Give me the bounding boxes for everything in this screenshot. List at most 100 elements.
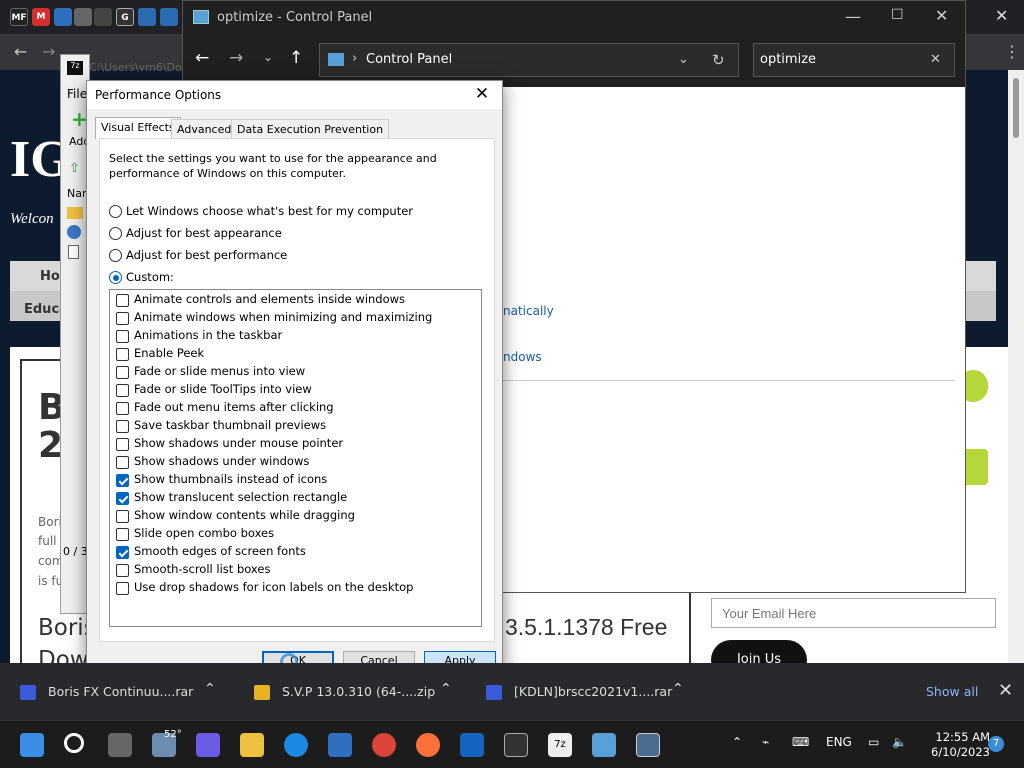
7zip-taskbar-icon[interactable]: 7z (548, 733, 572, 757)
tab-favicon-download[interactable] (94, 8, 112, 26)
checkbox[interactable] (116, 420, 129, 433)
forward-arrow-icon[interactable]: → (42, 42, 55, 61)
file-icon[interactable] (68, 245, 79, 259)
checkbox[interactable] (116, 510, 129, 523)
effects-checklist[interactable]: Animate controls and elements inside win… (109, 289, 482, 627)
maximize-icon[interactable]: ☐ (891, 7, 904, 23)
close-icon[interactable]: ✕ (935, 6, 948, 25)
checkbox[interactable] (116, 330, 129, 343)
back-arrow-icon[interactable]: ← (14, 42, 27, 61)
media-player-icon[interactable] (504, 733, 528, 757)
checkbox[interactable] (116, 402, 129, 415)
tab-favicon-chrome[interactable] (74, 8, 92, 26)
7zip-name-column[interactable]: Nar (67, 187, 87, 200)
tab-dep[interactable]: Data Execution Prevention (231, 119, 390, 139)
tab-visual-effects[interactable]: Visual Effects (95, 117, 181, 139)
checkbox[interactable] (116, 294, 129, 307)
radio-dot[interactable] (109, 227, 122, 240)
nav-home[interactable]: Ho (40, 269, 60, 284)
globe-icon[interactable] (67, 225, 81, 239)
email-input[interactable] (711, 598, 996, 628)
checkbox[interactable] (116, 456, 129, 469)
tab-favicon-b2[interactable] (160, 8, 178, 26)
radio-label: Let Windows choose what's best for my co… (126, 204, 414, 218)
search-icon[interactable] (64, 733, 84, 753)
forward-arrow-icon[interactable]: → (229, 48, 243, 68)
effect-label: Fade or slide ToolTips into view (134, 382, 312, 396)
add-plus-icon[interactable]: + (71, 109, 88, 129)
search-input[interactable]: optimize (760, 52, 816, 67)
control-panel-taskbar-icon[interactable] (592, 733, 616, 757)
checkbox[interactable] (116, 582, 129, 595)
tray-chevron-up-icon[interactable]: ⌃ (732, 735, 742, 749)
teams-chat-icon[interactable] (196, 733, 220, 757)
recent-locations-chevron-icon[interactable]: ⌄ (263, 50, 273, 64)
download-item-3[interactable]: [KDLN]brscc2021v1....rar ⌃ (466, 663, 700, 720)
close-downloads-icon[interactable]: ✕ (998, 680, 1013, 701)
clock[interactable]: 12:55 AM 6/10/2023 (918, 730, 990, 760)
language-indicator[interactable]: ENG (826, 735, 852, 749)
file-explorer-icon[interactable] (240, 733, 264, 757)
tab-favicon-telegram[interactable] (54, 8, 72, 26)
article-text: full (38, 534, 57, 548)
download-item-1[interactable]: Boris FX Continuu....rar ⌃ (0, 663, 234, 720)
checkbox[interactable] (116, 492, 129, 505)
start-windows-icon[interactable] (20, 733, 44, 757)
result-link-1[interactable]: natically (503, 304, 554, 318)
chrome-icon[interactable] (372, 733, 396, 757)
checkbox[interactable] (116, 384, 129, 397)
store-icon[interactable] (328, 733, 352, 757)
radio-dot[interactable] (109, 249, 122, 262)
radio-dot[interactable] (109, 271, 122, 284)
back-arrow-icon[interactable]: ← (195, 48, 209, 68)
checkbox[interactable] (116, 366, 129, 379)
control-panel-titlebar: optimize - Control Panel — ☐ ✕ (183, 1, 965, 35)
checkbox[interactable] (116, 474, 129, 487)
checkbox[interactable] (116, 348, 129, 361)
notification-badge[interactable]: 7 (988, 736, 1004, 752)
checkbox[interactable] (116, 546, 129, 559)
show-all-button[interactable]: Show all (926, 684, 978, 699)
performance-options-taskbar-icon[interactable] (636, 733, 660, 757)
address-dropdown-icon[interactable]: ⌄ (678, 52, 689, 67)
close-icon[interactable]: ✕ (471, 85, 493, 105)
download-item-2[interactable]: S.V.P 13.0.310 (64-....zip ⌃ (234, 663, 468, 720)
minimize-icon[interactable]: — (845, 7, 861, 26)
result-link-2[interactable]: ndows (503, 350, 542, 364)
volume-icon[interactable]: 🔈 (892, 735, 907, 749)
checkbox[interactable] (116, 528, 129, 541)
page-scrollbar[interactable] (1008, 70, 1024, 663)
chevron-up-icon[interactable]: ⌃ (204, 681, 216, 697)
tab-favicon-g[interactable]: G (116, 8, 134, 26)
7zip-menu-file[interactable]: File (67, 87, 87, 101)
edge-icon[interactable] (284, 733, 308, 757)
clear-search-icon[interactable]: ✕ (930, 52, 941, 67)
checkbox[interactable] (116, 438, 129, 451)
tab-advanced[interactable]: Advanced (171, 119, 238, 139)
search-box[interactable]: optimize ✕ (753, 43, 955, 77)
keyboard-icon[interactable]: ⌨ (792, 735, 809, 749)
firefox-icon[interactable] (416, 733, 440, 757)
address-bar[interactable]: › Control Panel ⌄ ↻ (319, 43, 739, 77)
browser-menu-icon[interactable]: ⋮ (1004, 42, 1020, 61)
breadcrumb[interactable]: Control Panel (366, 52, 452, 67)
chevron-up-icon[interactable]: ⌃ (672, 681, 684, 697)
tab-favicon-b1[interactable] (138, 8, 156, 26)
chevron-up-icon[interactable]: ⌃ (440, 681, 452, 697)
up-folder-icon[interactable]: ⇧ (69, 161, 80, 176)
up-arrow-icon[interactable]: ↑ (289, 48, 303, 68)
tab-favicon-m[interactable]: M (32, 8, 50, 26)
checkbox[interactable] (116, 564, 129, 577)
network-icon[interactable]: ⌁ (762, 735, 769, 749)
effect-label: Save taskbar thumbnail previews (134, 418, 327, 432)
effect-label: Animations in the taskbar (134, 328, 283, 342)
folder-icon[interactable] (67, 207, 83, 219)
display-icon[interactable]: ▭ (868, 735, 879, 749)
checkbox[interactable] (116, 312, 129, 325)
defender-shield-icon[interactable] (460, 733, 484, 757)
task-view-icon[interactable] (108, 733, 132, 757)
radio-dot[interactable] (109, 205, 122, 218)
browser-close-icon[interactable]: ✕ (995, 6, 1008, 25)
tab-favicon-mf[interactable]: MF (10, 8, 28, 26)
refresh-icon[interactable]: ↻ (712, 51, 725, 69)
